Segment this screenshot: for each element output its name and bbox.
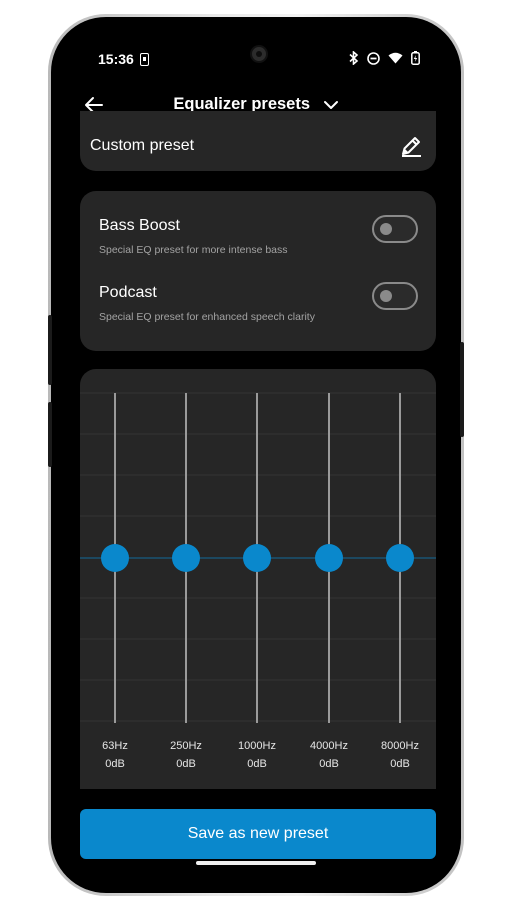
save-as-new-preset-button[interactable]: Save as new preset	[80, 809, 436, 859]
custom-preset-card[interactable]: Custom preset	[80, 111, 436, 171]
band-frequency-label: 1000Hz	[238, 740, 276, 752]
podcast-toggle[interactable]	[372, 282, 418, 310]
band-slider-handle[interactable]	[172, 544, 200, 572]
band-frequency-label: 63Hz	[102, 740, 128, 752]
preset-subtitle: Special EQ preset for more intense bass	[99, 244, 288, 256]
volume-button-2	[48, 402, 52, 467]
app-screen: 15:36 Equalizer presets Custom preset Ba…	[64, 29, 448, 881]
toggle-knob	[380, 223, 392, 235]
equalizer-graph	[80, 392, 436, 723]
power-button	[460, 342, 464, 437]
front-camera	[250, 45, 268, 63]
bass-boost-toggle[interactable]	[372, 215, 418, 243]
band-gain-label: 0dB	[390, 758, 410, 770]
pencil-icon[interactable]	[398, 133, 424, 159]
wifi-icon	[388, 52, 403, 64]
sim-card-icon	[140, 53, 149, 66]
band-slider-handle[interactable]	[243, 544, 271, 572]
toggle-knob	[380, 290, 392, 302]
status-time: 15:36	[98, 51, 134, 67]
band-frequency-label: 4000Hz	[310, 740, 348, 752]
band-slider-handle[interactable]	[101, 544, 129, 572]
chevron-down-icon	[323, 100, 338, 109]
battery-charging-icon	[411, 51, 420, 65]
band-slider-handle[interactable]	[315, 544, 343, 572]
bluetooth-icon	[349, 51, 359, 65]
band-frequency-label: 8000Hz	[381, 740, 419, 752]
home-indicator[interactable]	[196, 861, 316, 865]
band-gain-label: 0dB	[105, 758, 125, 770]
band-gain-label: 0dB	[319, 758, 339, 770]
preset-title: Bass Boost	[99, 217, 180, 234]
preset-subtitle: Special EQ preset for enhanced speech cl…	[99, 311, 315, 323]
preset-title: Podcast	[99, 284, 157, 301]
status-icons	[349, 51, 420, 65]
preset-options-card: Bass Boost Special EQ preset for more in…	[80, 191, 436, 351]
band-gain-label: 0dB	[247, 758, 267, 770]
preset-item-bass-boost: Bass Boost Special EQ preset for more in…	[99, 215, 418, 256]
band-slider-handle[interactable]	[386, 544, 414, 572]
phone-frame: 15:36 Equalizer presets Custom preset Ba…	[48, 14, 464, 896]
band-frequency-label: 250Hz	[170, 740, 202, 752]
custom-preset-label: Custom preset	[90, 137, 195, 154]
phone-bezel: 15:36 Equalizer presets Custom preset Ba…	[48, 17, 464, 893]
band-gain-label: 0dB	[176, 758, 196, 770]
equalizer-card: 63Hz 0dB 250Hz 0dB 1000Hz 0dB 4000Hz 0dB 8000Hz 0…	[80, 369, 436, 789]
do-not-disturb-icon	[367, 51, 380, 65]
volume-button	[48, 315, 52, 385]
preset-item-podcast: Podcast Special EQ preset for enhanced s…	[99, 282, 418, 323]
